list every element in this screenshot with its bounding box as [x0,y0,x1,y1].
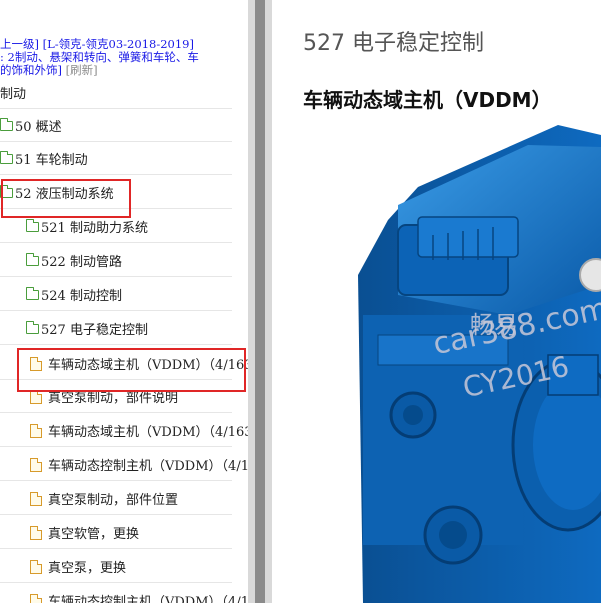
tree-label: 车辆动态控制主机（VDDM）（4/16 [48,459,248,474]
tree-label: 524 制动控制 [41,289,122,304]
tree-panel: 上一级] [L-领克-领克03-2018-2019] : 2制动、悬架和转向、弹… [0,0,248,603]
folder-open-icon [26,320,39,334]
vertical-scrollbar[interactable] [248,0,272,603]
tree-row-brake[interactable]: 制动 [0,76,232,109]
refresh-link[interactable]: [刷新] [66,63,98,77]
tree-label: 51 车轮制动 [15,153,88,168]
document-subtitle: 车辆动态域主机（VDDM） [303,88,552,112]
tree-label: 527 电子稳定控制 [41,323,148,338]
folder-icon [0,150,13,164]
tree-label: 真空软管，更换 [48,527,140,542]
tree-label: 制动 [0,87,27,102]
tree-row-51[interactable]: 51 车轮制动 [0,142,232,175]
document-icon [30,559,42,574]
document-icon [30,593,42,603]
folder-icon [26,252,39,266]
tree-row-doc-pump[interactable]: 真空泵，更换 [0,550,232,583]
scrollbar-thumb[interactable] [255,0,265,603]
folder-icon [26,286,39,300]
tree-label: 真空泵，更换 [48,561,127,576]
highlight-box-vddm [17,348,246,392]
document-icon [30,423,42,438]
document-title: 527 电子稳定控制 [303,31,484,56]
tree-label: 522 制动管路 [41,255,122,270]
parent-link[interactable]: 上一级] [L-领克-领克03-2018-2019] [0,37,194,51]
tree-row-doc-vacuum-location[interactable]: 真空泵制动，部件位置 [0,482,232,515]
document-icon [30,491,42,506]
tree-label: 521 制动助力系统 [41,221,148,236]
document-icon [30,457,42,472]
folder-icon [0,117,13,131]
tree-label: 车辆动态域主机（VDDM）（4/163） [48,425,248,440]
tree-row-doc-hose[interactable]: 真空软管，更换 [0,516,232,549]
tree-row-doc-vddm-control-2[interactable]: 车辆动态控制主机（VDDM）（4/16 [0,584,248,603]
tree-label: 车辆动态控制主机（VDDM）（4/16 [48,595,248,603]
highlight-box-52 [1,179,131,218]
tree-row-50[interactable]: 50 概述 [0,109,232,142]
tree-row-524[interactable]: 524 制动控制 [0,278,232,311]
tree-label: 真空泵制动，部件位置 [48,493,179,508]
tree-label: 50 概述 [15,120,62,135]
document-icon [30,525,42,540]
tree-row-doc-vddm-control[interactable]: 车辆动态控制主机（VDDM）（4/16 [0,448,248,481]
path-link-continued[interactable]: 的饰和外饰] [0,63,62,77]
path-link[interactable]: : 2制动、悬架和转向、弹簧和车轮、车 [0,50,199,64]
folder-icon [26,218,39,232]
tree-row-527[interactable]: 527 电子稳定控制 [0,312,232,345]
tree-row-doc-vddm-2[interactable]: 车辆动态域主机（VDDM）（4/163） [0,414,248,447]
tree-row-522[interactable]: 522 制动管路 [0,244,232,277]
document-view: 527 电子稳定控制 车辆动态域主机（VDDM） 畅易 car388.com C… [272,0,601,603]
